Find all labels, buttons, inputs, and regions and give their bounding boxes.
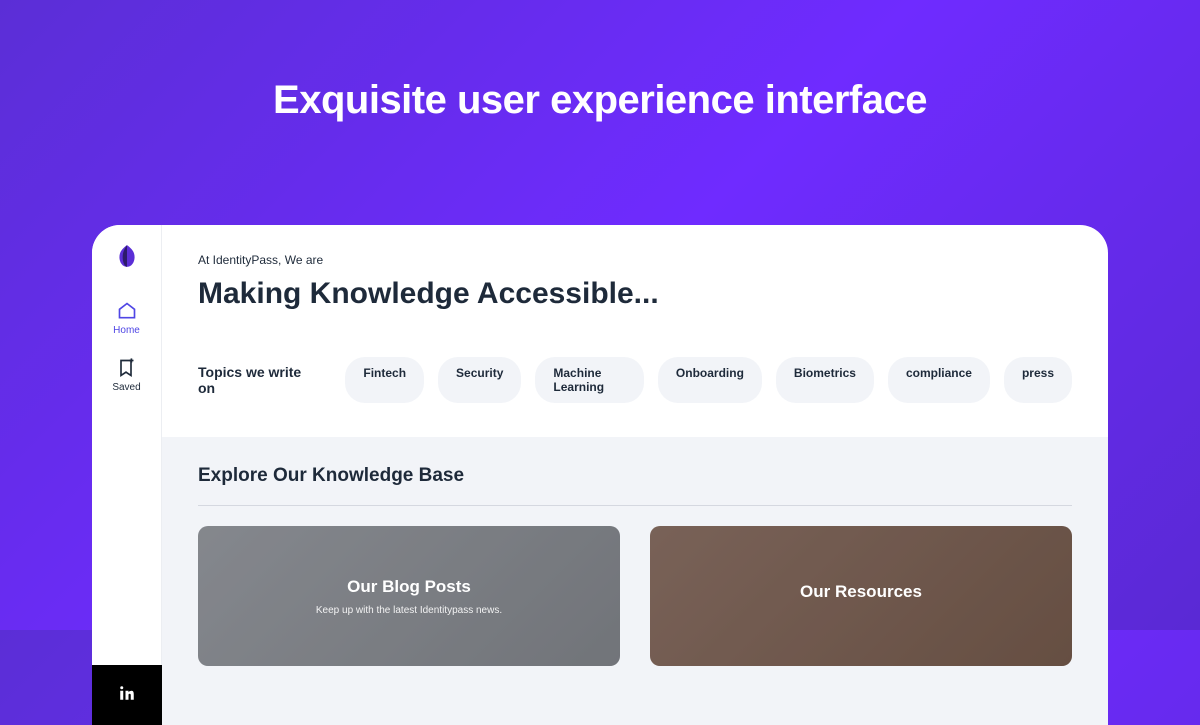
topics-label: Topics we write on [198, 364, 317, 396]
card-blog-posts[interactable]: Our Blog Posts Keep up with the latest I… [198, 526, 620, 666]
knowledge-base-section: Explore Our Knowledge Base Our Blog Post… [162, 437, 1108, 725]
page-title: Making Knowledge Accessible... [198, 277, 1072, 311]
chip-press[interactable]: press [1004, 357, 1072, 403]
chip-security[interactable]: Security [438, 357, 521, 403]
nav-saved-label: Saved [112, 382, 140, 393]
nav-home-label: Home [113, 325, 140, 336]
card-resources[interactable]: Our Resources [650, 526, 1072, 666]
chip-fintech[interactable]: Fintech [345, 357, 424, 403]
main-content: At IdentityPass, We are Making Knowledge… [162, 225, 1108, 725]
brand-logo [114, 243, 140, 269]
chip-biometrics[interactable]: Biometrics [776, 357, 874, 403]
sidebar: Home Saved [92, 225, 162, 725]
home-icon [117, 301, 137, 321]
card-resources-title: Our Resources [800, 582, 922, 602]
linkedin-icon[interactable] [118, 684, 136, 707]
chip-compliance[interactable]: compliance [888, 357, 990, 403]
card-blog-sub: Keep up with the latest Identitypass new… [316, 605, 502, 616]
app-window: Home Saved At Ident [92, 225, 1108, 725]
nav-saved[interactable]: Saved [112, 358, 140, 393]
bookmark-icon [116, 358, 136, 378]
topic-chips: Fintech Security Machine Learning Onboar… [345, 357, 1072, 403]
topics-row: Topics we write on Fintech Security Mach… [198, 357, 1072, 403]
kb-divider [198, 505, 1072, 506]
chip-onboarding[interactable]: Onboarding [658, 357, 762, 403]
kb-title: Explore Our Knowledge Base [198, 465, 1072, 487]
chip-machine-learning[interactable]: Machine Learning [535, 357, 644, 403]
card-blog-title: Our Blog Posts [347, 577, 471, 597]
kb-cards: Our Blog Posts Keep up with the latest I… [198, 526, 1072, 666]
pretitle: At IdentityPass, We are [198, 253, 1072, 267]
hero-title: Exquisite user experience interface [0, 0, 1200, 123]
sidebar-footer [92, 665, 162, 725]
nav-home[interactable]: Home [113, 301, 140, 336]
header-section: At IdentityPass, We are Making Knowledge… [162, 225, 1108, 437]
